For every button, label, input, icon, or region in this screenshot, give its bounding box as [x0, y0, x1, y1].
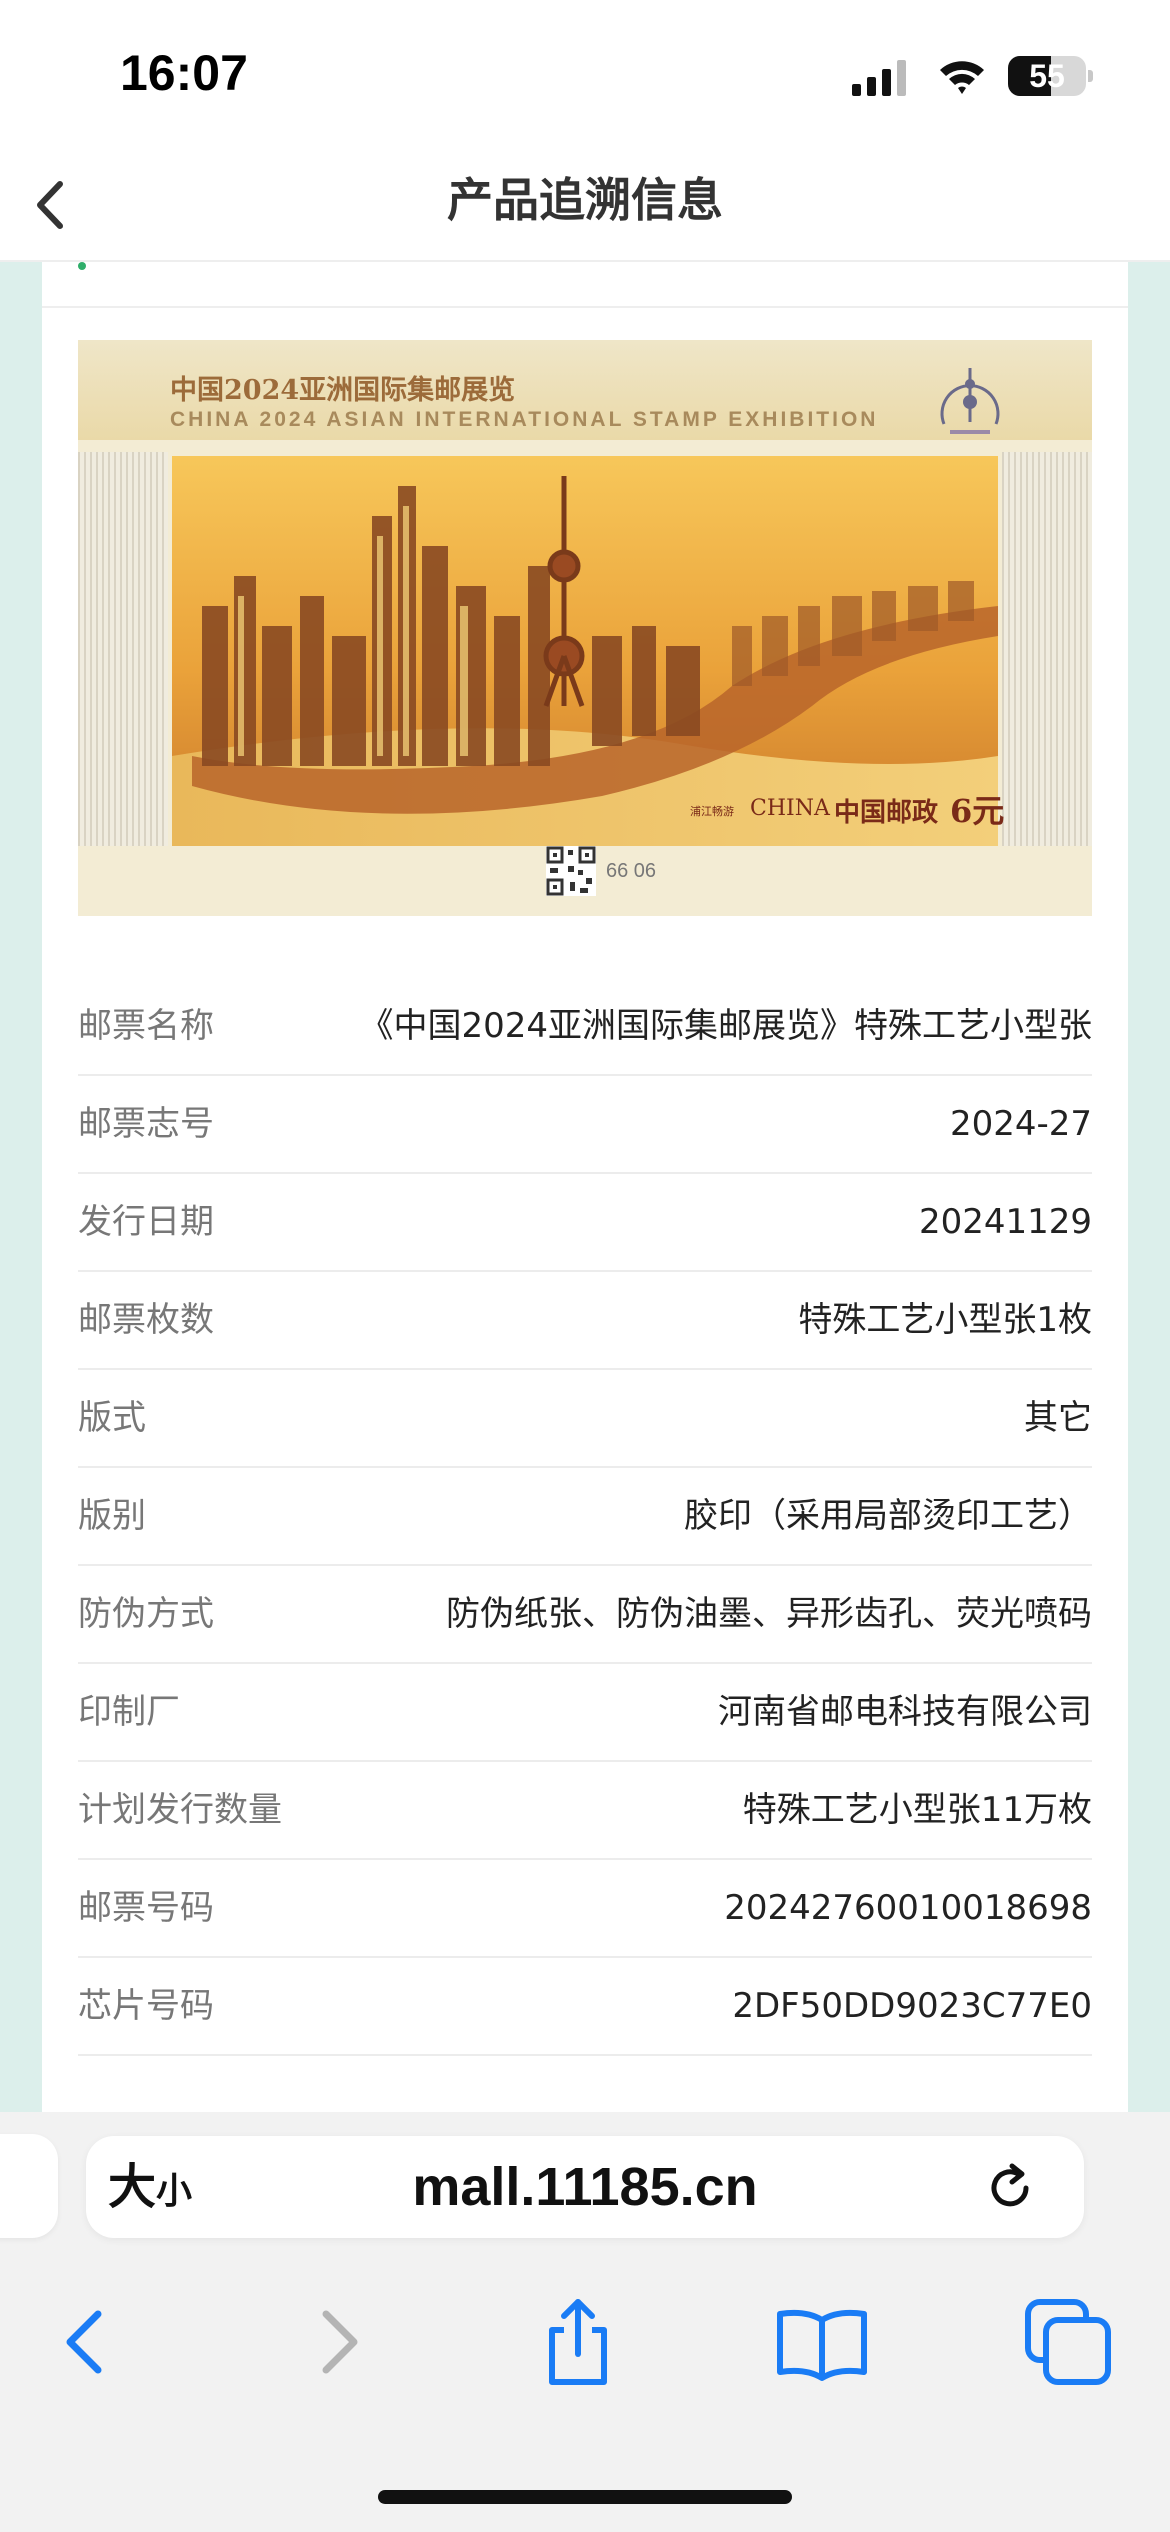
forward-arrow-icon[interactable]	[288, 2292, 388, 2392]
info-value: 胶印（采用局部烫印工艺）	[684, 1496, 1092, 1536]
info-value: 2024-27	[949, 1104, 1092, 1144]
divider	[42, 306, 1128, 308]
info-value: 《中国2024亚洲国际集邮展览》特殊工艺小型张	[359, 1006, 1092, 1046]
nav-header: 产品追溯信息	[0, 150, 1170, 262]
info-value: 20241129	[918, 1202, 1092, 1242]
info-row: 版式 其它	[78, 1370, 1092, 1468]
info-label: 计划发行数量	[78, 1790, 282, 1830]
url-text[interactable]: mall.11185.cn	[86, 2136, 1084, 2238]
browser-toolbar: mall.11185.cn 大小	[0, 2112, 1170, 2532]
info-row: 邮票号码 20242760010018698	[78, 1860, 1092, 1958]
info-row: 计划发行数量 特殊工艺小型张11万枚	[78, 1762, 1092, 1860]
info-row: 发行日期 20241129	[78, 1174, 1092, 1272]
battery-indicator: 55	[1008, 56, 1086, 96]
share-icon[interactable]	[528, 2292, 628, 2392]
info-row: 防伪方式 防伪纸张、防伪油墨、异形齿孔、荧光喷码	[78, 1566, 1092, 1664]
info-label: 邮票志号	[78, 1104, 214, 1144]
info-row: 版别 胶印（采用局部烫印工艺）	[78, 1468, 1092, 1566]
stamp-face-value: 6元	[950, 792, 1005, 830]
product-card: 中国2024亚洲国际集邮展览 CHINA 2024 ASIAN INTERNAT…	[42, 262, 1128, 2112]
stamp-sub-caption: 浦江畅游	[690, 805, 734, 818]
text-size-big: 大	[108, 2159, 157, 2215]
info-list: 邮票名称 《中国2024亚洲国际集邮展览》特殊工艺小型张邮票志号 2024-27 发行…	[78, 978, 1092, 2056]
info-row: 芯片号码 2DF50DD9023C77E0	[78, 1958, 1092, 2056]
exhibition-logo-icon	[940, 368, 1000, 434]
info-value: 河南省邮电科技有限公司	[718, 1692, 1092, 1732]
info-value: 特殊工艺小型张1枚	[798, 1300, 1092, 1340]
back-arrow-icon[interactable]	[36, 2292, 136, 2392]
battery-cap	[1088, 70, 1093, 82]
stamp-image: 中国2024亚洲国际集邮展览 CHINA 2024 ASIAN INTERNAT…	[78, 340, 1092, 916]
info-row: 邮票枚数 特殊工艺小型张1枚	[78, 1272, 1092, 1370]
stamp-country: CHINA	[750, 796, 830, 821]
info-value: 防伪纸张、防伪油墨、异形齿孔、荧光喷码	[446, 1594, 1092, 1634]
status-time: 16:07	[120, 45, 248, 101]
stamp-serial: 66 06	[606, 860, 657, 882]
battery-percent: 55	[1029, 58, 1065, 94]
back-button[interactable]	[18, 170, 88, 240]
info-value: 20242760010018698	[724, 1888, 1092, 1928]
stamp-post-name: 中国邮政	[834, 798, 939, 828]
qr-code-icon	[546, 846, 596, 896]
info-label: 邮票号码	[78, 1888, 214, 1928]
info-label: 印制厂	[78, 1692, 180, 1732]
info-row: 邮票名称 《中国2024亚洲国际集邮展览》特殊工艺小型张	[78, 978, 1092, 1076]
info-label: 芯片号码	[78, 1986, 214, 2026]
info-label: 版别	[78, 1496, 146, 1536]
text-size-small: 小	[156, 2171, 193, 2212]
address-bar[interactable]: mall.11185.cn 大小	[86, 2136, 1084, 2238]
status-dot	[78, 262, 86, 270]
info-label: 邮票名称	[78, 1006, 214, 1046]
info-label: 邮票枚数	[78, 1300, 214, 1340]
stamp-perforation-left	[78, 452, 168, 846]
info-row: 印制厂 河南省邮电科技有限公司	[78, 1664, 1092, 1762]
bookmarks-icon[interactable]	[772, 2292, 872, 2392]
previous-tab-preview[interactable]	[0, 2134, 58, 2238]
info-value: 特殊工艺小型张11万枚	[742, 1790, 1092, 1830]
info-label: 防伪方式	[78, 1594, 214, 1634]
wifi-icon	[940, 61, 984, 94]
status-bar: 16:07 55	[0, 0, 1170, 150]
stamp-en-title: CHINA 2024 ASIAN INTERNATIONAL STAMP EXH…	[170, 408, 879, 431]
text-size-button[interactable]: 大小	[108, 2136, 192, 2243]
stamp-perforation-right	[1002, 452, 1092, 846]
info-value: 其它	[1024, 1398, 1092, 1438]
page-title: 产品追溯信息	[447, 173, 723, 227]
info-label: 发行日期	[78, 1202, 214, 1242]
stamp-cn-title: 中国2024亚洲国际集邮展览	[170, 375, 516, 406]
tabs-icon[interactable]	[1018, 2292, 1118, 2392]
shanghai-skyline-illustration	[172, 456, 998, 846]
info-value: 2DF50DD9023C77E0	[732, 1986, 1092, 2026]
info-label: 版式	[78, 1398, 146, 1438]
home-indicator	[378, 2490, 792, 2504]
reload-icon[interactable]	[980, 2158, 1040, 2218]
cellular-signal-icon	[852, 60, 906, 96]
info-row: 邮票志号 2024-27	[78, 1076, 1092, 1174]
